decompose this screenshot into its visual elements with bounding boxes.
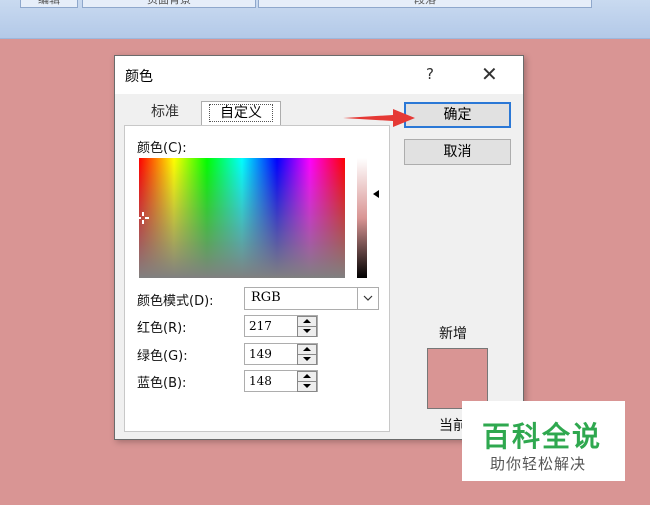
blue-label: 蓝色(B): bbox=[137, 376, 187, 391]
red-decrement-button[interactable] bbox=[297, 326, 317, 337]
color-model-label: 颜色模式(D): bbox=[137, 294, 214, 309]
luminance-slider[interactable] bbox=[357, 158, 367, 278]
dialog-title: 颜色 bbox=[125, 69, 153, 85]
green-label: 绿色(G): bbox=[137, 349, 188, 364]
blue-input[interactable]: 148 bbox=[244, 370, 318, 392]
ribbon-tab-page-background[interactable]: 页面背景 bbox=[82, 0, 256, 8]
watermark-title: 百科全说 bbox=[482, 420, 603, 453]
color-spectrum[interactable] bbox=[139, 158, 345, 278]
tab-custom[interactable]: 自定义 bbox=[201, 101, 281, 126]
color-model-select[interactable]: RGB bbox=[244, 287, 379, 310]
blue-value: 148 bbox=[249, 374, 272, 388]
red-input[interactable]: 217 bbox=[244, 315, 318, 337]
color-dialog: 颜色 ? ✕ 标准 自定义 颜色(C): 颜色模式(D): RGB 红色(R):… bbox=[114, 55, 524, 440]
red-label: 红色(R): bbox=[137, 321, 187, 336]
tab-custom-label: 自定义 bbox=[209, 104, 273, 122]
colors-label: 颜色(C): bbox=[137, 141, 187, 156]
color-model-value: RGB bbox=[251, 290, 281, 305]
new-label: 新增 bbox=[439, 326, 467, 342]
green-value: 149 bbox=[249, 347, 272, 361]
close-button[interactable]: ✕ bbox=[481, 62, 498, 86]
tab-standard[interactable]: 标准 bbox=[125, 101, 205, 124]
green-decrement-button[interactable] bbox=[297, 354, 317, 365]
ribbon-tab-edit[interactable]: 编辑 bbox=[20, 0, 78, 8]
dialog-titlebar: 颜色 ? ✕ bbox=[115, 56, 523, 94]
help-button[interactable]: ? bbox=[426, 65, 434, 83]
red-value: 217 bbox=[249, 319, 272, 333]
chevron-down-icon[interactable] bbox=[357, 288, 378, 309]
color-preview-swatch bbox=[427, 348, 488, 409]
watermark: 百科全说 助你轻松解决 bbox=[462, 401, 625, 481]
green-input[interactable]: 149 bbox=[244, 343, 318, 365]
ok-button[interactable]: 确定 bbox=[404, 102, 511, 128]
luminance-arrow-icon[interactable] bbox=[373, 190, 379, 198]
blue-decrement-button[interactable] bbox=[297, 381, 317, 392]
cancel-button[interactable]: 取消 bbox=[404, 139, 511, 165]
custom-panel: 颜色(C): 颜色模式(D): RGB 红色(R): 217 绿色(G): 14… bbox=[124, 125, 390, 432]
crosshair-icon bbox=[137, 212, 149, 224]
ribbon-tab-paragraph[interactable]: 段落 bbox=[258, 0, 592, 8]
watermark-subtitle: 助你轻松解决 bbox=[490, 455, 587, 473]
ribbon-bar: 编辑 页面背景 段落 bbox=[0, 0, 650, 39]
red-arrow-icon bbox=[343, 109, 415, 127]
